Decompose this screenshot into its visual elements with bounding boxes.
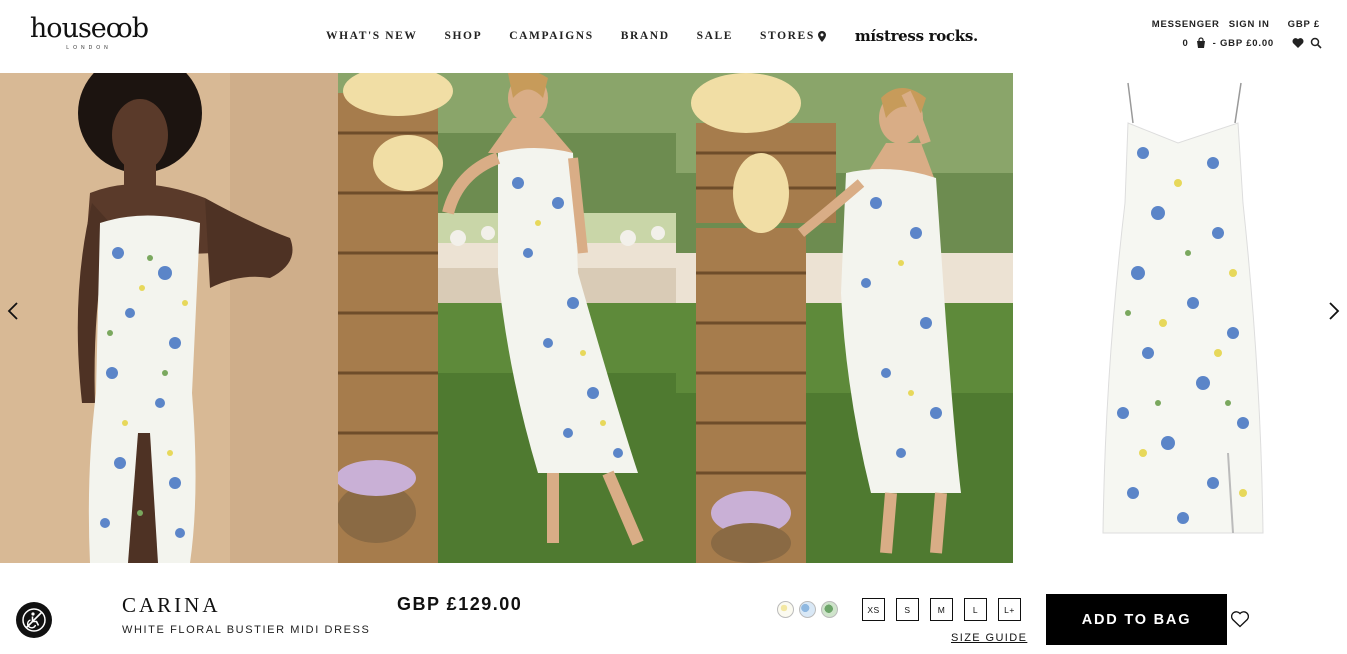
nav-sale[interactable]: SALE [697, 30, 733, 42]
site-header: houseꝏb LONDON WHAT'S NEW SHOP CAMPAIGNS… [0, 0, 1347, 73]
nav-campaigns[interactable]: CAMPAIGNS [509, 30, 593, 42]
bag-summary: 0 - GBP £0.00 [1182, 37, 1322, 49]
size-guide-link[interactable]: SIZE GUIDE [951, 632, 1027, 644]
add-to-bag-button[interactable]: ADD TO BAG [1046, 594, 1227, 645]
swatch-green-floral[interactable] [821, 601, 838, 618]
product-gallery [0, 73, 1347, 563]
size-xs[interactable]: XS [862, 598, 885, 621]
accessibility-icon [22, 608, 46, 632]
bag-icon[interactable] [1195, 37, 1207, 49]
chevron-left-icon[interactable] [4, 301, 24, 321]
messenger-link[interactable]: MESSENGER [1152, 19, 1220, 30]
gallery-image-3[interactable] [676, 73, 1013, 563]
size-l[interactable]: L [964, 598, 987, 621]
size-s[interactable]: S [896, 598, 919, 621]
swatch-blue-floral[interactable] [799, 601, 816, 618]
logo-subtitle: LONDON [66, 45, 112, 51]
brand-logo[interactable]: houseꝏb LONDON [28, 13, 150, 52]
nav-mistress-rocks[interactable]: místress rocks. [855, 27, 978, 45]
nav-shop[interactable]: SHOP [445, 30, 483, 42]
color-swatches [777, 601, 838, 618]
sign-in-link[interactable]: SIGN IN [1229, 19, 1270, 30]
product-bar: CARINA WHITE FLORAL BUSTIER MIDI DRESS G… [0, 563, 1347, 654]
currency-selector[interactable]: GBP £ [1288, 19, 1320, 30]
product-name: CARINA [122, 593, 221, 617]
gallery-image-1[interactable] [0, 73, 338, 563]
nav-stores[interactable]: STORES [760, 30, 826, 42]
nav-brand[interactable]: BRAND [621, 30, 670, 42]
size-m[interactable]: M [930, 598, 953, 621]
product-price: GBP £129.00 [397, 594, 523, 614]
bag-count[interactable]: 0 [1182, 38, 1188, 49]
bag-total[interactable]: - GBP £0.00 [1213, 38, 1274, 49]
logo-wordmark: houseꝏb [29, 13, 149, 44]
map-pin-icon [817, 30, 826, 42]
main-nav: WHAT'S NEW SHOP CAMPAIGNS BRAND SALE STO… [326, 27, 978, 45]
accessibility-button[interactable] [16, 602, 52, 638]
heart-icon[interactable] [1292, 37, 1304, 49]
nav-stores-label: STORES [760, 30, 815, 42]
utility-links: MESSENGER SIGN IN GBP £ [1152, 19, 1320, 30]
gallery-image-4[interactable] [1013, 73, 1347, 563]
chevron-right-icon[interactable] [1323, 301, 1343, 321]
search-icon[interactable] [1310, 37, 1322, 49]
size-l-plus[interactable]: L+ [998, 598, 1021, 621]
nav-whats-new[interactable]: WHAT'S NEW [326, 30, 418, 42]
gallery-image-2[interactable] [338, 73, 676, 563]
swatch-yellow-floral[interactable] [777, 601, 794, 618]
wishlist-heart-icon[interactable] [1230, 610, 1250, 628]
product-subtitle: WHITE FLORAL BUSTIER MIDI DRESS [122, 624, 371, 636]
size-selector: XS S M L L+ [862, 598, 1021, 621]
